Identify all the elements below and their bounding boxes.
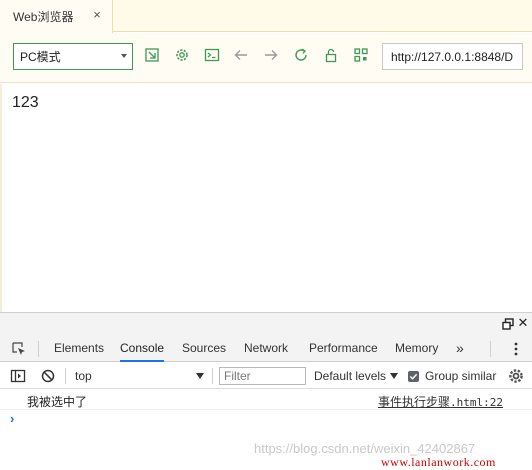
clear-console-icon[interactable]	[40, 368, 56, 384]
more-tabs-button[interactable]: »	[456, 340, 470, 356]
console-message-source-link[interactable]: 事件执行步骤.html:22	[378, 393, 503, 410]
console-toolbar: top Default levels Group similar	[0, 363, 532, 389]
tab-network[interactable]: Network	[244, 336, 288, 362]
gear-icon[interactable]	[174, 47, 190, 63]
toolbar-divider	[212, 368, 213, 384]
open-external-icon[interactable]	[144, 47, 160, 63]
page-viewport: 123	[0, 84, 532, 312]
chevron-down-icon	[196, 373, 204, 379]
context-select[interactable]: top	[70, 366, 208, 386]
address-bar[interactable]: http://127.0.0.1:8848/D	[382, 43, 523, 70]
brand-text: www.lanlanwork.com	[381, 455, 496, 469]
filter-input[interactable]	[219, 367, 306, 385]
devtools-tab-bar: Elements Console Sources Network Perform…	[0, 336, 532, 362]
back-arrow-icon[interactable]	[233, 47, 249, 63]
context-select-value: top	[75, 369, 92, 383]
watermark-text: https://blog.csdn.net/weixin_42402867	[254, 441, 476, 456]
terminal-icon[interactable]	[204, 47, 220, 63]
refresh-icon[interactable]	[293, 47, 309, 63]
group-similar-toggle[interactable]: Group similar	[408, 366, 496, 386]
browser-tab-bar: Web浏览器 ×	[0, 0, 532, 33]
undock-icon[interactable]	[502, 318, 514, 330]
tab-elements[interactable]: Elements	[54, 336, 104, 362]
tab-sources[interactable]: Sources	[182, 336, 226, 362]
chevron-down-icon	[390, 373, 399, 379]
devtools-header-strip: ✕	[0, 312, 532, 336]
toolbar-divider	[65, 368, 66, 384]
tab-memory[interactable]: Memory	[395, 336, 438, 362]
devtools-close-button[interactable]: ✕	[517, 316, 529, 330]
tab-performance[interactable]: Performance	[309, 336, 378, 362]
kebab-menu-icon[interactable]	[512, 341, 520, 357]
address-bar-text: http://127.0.0.1:8848/D	[391, 49, 514, 64]
source-file: .html:22	[450, 396, 503, 409]
console-log-row: 我被选中了 事件执行步骤.html:22	[0, 390, 532, 410]
checkmark-icon	[409, 373, 418, 380]
tab-title: Web浏览器	[13, 10, 74, 24]
forward-arrow-icon[interactable]	[263, 47, 279, 63]
log-levels-dropdown[interactable]: Default levels	[314, 366, 400, 386]
lock-icon[interactable]	[323, 47, 339, 63]
group-similar-label: Group similar	[425, 369, 497, 383]
mode-select-value: PC模式	[20, 50, 61, 64]
tab-console[interactable]: Console	[120, 336, 165, 362]
chevron-down-icon	[121, 54, 127, 58]
browser-toolbar: PC模式 http://127.0.0.1:8848/D	[0, 33, 532, 83]
page-content-text: 123	[12, 94, 39, 111]
qr-code-icon[interactable]	[353, 47, 369, 63]
console-message-text: 我被选中了	[27, 395, 88, 409]
console-settings-gear-icon[interactable]	[508, 368, 524, 384]
toolbar-divider	[490, 341, 491, 357]
source-name: 事件执行步骤	[378, 395, 451, 409]
inspect-element-icon[interactable]	[12, 342, 26, 356]
console-prompt-icon[interactable]: ›	[10, 411, 14, 426]
toolbar-divider	[38, 341, 39, 357]
browser-tab[interactable]: Web浏览器 ×	[0, 0, 113, 33]
tab-close-button[interactable]: ×	[90, 8, 104, 22]
mode-select[interactable]: PC模式	[13, 43, 133, 70]
group-similar-checkbox[interactable]	[408, 370, 419, 382]
log-levels-label: Default levels	[314, 369, 387, 383]
sidebar-toggle-icon[interactable]	[10, 368, 26, 384]
